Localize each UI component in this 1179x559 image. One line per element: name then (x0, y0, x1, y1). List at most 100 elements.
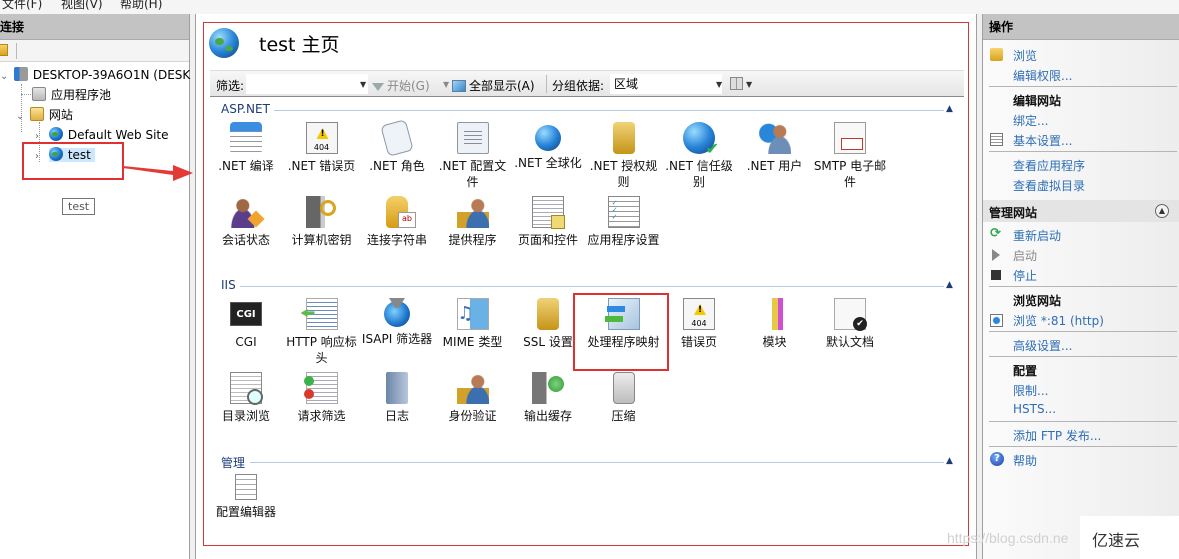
menu-view[interactable]: 视图(V) (61, 0, 103, 12)
chevron-down-icon[interactable]: ⌄ (0, 68, 10, 86)
feature-logging[interactable]: 日志 (359, 372, 435, 424)
feature-label: 提供程序 (448, 233, 497, 247)
net-roles-icon (380, 119, 414, 157)
collapse-management-icon[interactable]: ▲ (946, 456, 953, 466)
browse-icon (990, 48, 1003, 61)
feature-net-compilation[interactable]: .NET 编译 (208, 122, 284, 174)
menu-help[interactable]: 帮助(H) (120, 0, 162, 12)
feature-modules[interactable]: 模块 (737, 298, 813, 350)
feature-mime-types[interactable]: MIME 类型 (435, 298, 511, 350)
menu-file[interactable]: 文件(F) (2, 0, 42, 12)
action-limits[interactable]: 限制... (1013, 382, 1048, 399)
action-bindings[interactable]: 绑定... (1013, 112, 1048, 129)
default-document-icon (834, 298, 867, 331)
toolbar-separator (546, 75, 547, 93)
filter-label: 筛选: (216, 79, 245, 93)
feature-isapi-filters[interactable]: ISAPI 筛选器 (359, 298, 435, 347)
net-globalization-icon (535, 125, 561, 151)
tree-node-app-pools[interactable]: 应用程序池 (32, 86, 111, 104)
feature-net-roles[interactable]: .NET 角色 (359, 119, 435, 174)
feature-label: .NET 全球化 (514, 156, 582, 170)
view-mode-dropdown-icon[interactable]: ▼ (746, 80, 752, 89)
go-dropdown-icon[interactable]: ▼ (443, 80, 449, 89)
feature-connection-strings[interactable]: 连接字符串 (359, 196, 435, 248)
output-caching-icon (532, 372, 564, 404)
feature-directory-browsing[interactable]: 目录浏览 (208, 372, 284, 424)
feature-label: 身份验证 (448, 409, 497, 423)
action-basic-settings[interactable]: 基本设置... (1013, 132, 1072, 149)
filter-dropdown-icon[interactable]: ▼ (360, 80, 366, 89)
feature-app-settings[interactable]: 应用程序设置 (586, 196, 662, 248)
action-help[interactable]: 帮助 (1013, 452, 1037, 469)
feature-http-headers[interactable]: HTTP 响应标头 (284, 298, 360, 366)
feature-authentication[interactable]: 身份验证 (435, 372, 511, 424)
pages-controls-icon (532, 196, 565, 229)
action-add-ftp[interactable]: 添加 FTP 发布... (1013, 427, 1101, 444)
feature-net-error-pages[interactable]: .NET 错误页 (284, 122, 360, 174)
action-view-applications[interactable]: 查看应用程序 (1013, 157, 1085, 174)
action-edit-permissions[interactable]: 编辑权限... (1013, 67, 1072, 84)
separator (989, 421, 1177, 422)
tree-node-label: DESKTOP-39A6O1N (DESK (32, 68, 191, 82)
action-browse-http[interactable]: 浏览 *:81 (http) (1013, 312, 1104, 329)
feature-label: ISAPI 筛选器 (361, 332, 433, 346)
connect-icon[interactable] (0, 44, 8, 56)
feature-net-globalization[interactable]: .NET 全球化 (510, 122, 586, 171)
action-view-virtual-dirs[interactable]: 查看虚拟目录 (1013, 177, 1085, 194)
tooltip: test (62, 198, 96, 215)
feature-label: 错误页 (680, 335, 717, 349)
tree-node-sites[interactable]: ⌄ 网站 (16, 106, 73, 124)
feature-configuration-editor[interactable]: 配置编辑器 (208, 474, 284, 520)
feature-label: 连接字符串 (366, 233, 427, 247)
feature-compression[interactable]: 压缩 (586, 372, 662, 424)
brand-logo: 亿速云 (1080, 516, 1179, 559)
basic-settings-icon (990, 133, 1003, 146)
feature-session-state[interactable]: 会话状态 (208, 196, 284, 248)
connection-strings-icon (386, 196, 416, 228)
section-management-title: 管理 (221, 456, 246, 470)
filter-input[interactable] (246, 74, 368, 94)
compression-icon (612, 372, 635, 404)
go-button[interactable]: 开始(G) (372, 77, 430, 94)
chevron-down-icon[interactable]: ⌄ (16, 108, 26, 126)
feature-providers[interactable]: 提供程序 (435, 196, 511, 248)
feature-output-caching[interactable]: 输出缓存 (510, 372, 586, 424)
feature-label: 请求筛选 (297, 409, 346, 423)
app-pool-icon (32, 87, 46, 101)
feature-machine-key[interactable]: 计算机密钥 (284, 196, 360, 248)
feature-net-trust-levels[interactable]: .NET 信任级别 (661, 122, 737, 190)
feature-cgi[interactable]: CGI (208, 298, 284, 350)
action-hsts[interactable]: HSTS... (1013, 402, 1056, 416)
group-by-dropdown-icon[interactable]: ▼ (716, 80, 722, 89)
cgi-icon (230, 302, 262, 326)
feature-label: MIME 类型 (442, 335, 503, 349)
website-stopped-icon (48, 127, 63, 141)
feature-pages-controls[interactable]: 页面和控件 (510, 196, 586, 248)
start-icon (992, 249, 1000, 261)
feature-label: .NET 配置文件 (438, 159, 507, 189)
feature-error-pages[interactable]: 错误页 (661, 298, 737, 350)
view-mode-icon[interactable] (730, 77, 743, 90)
section-divider (250, 462, 944, 463)
go-label: 开始(G) (387, 79, 430, 93)
collapse-iis-icon[interactable]: ▲ (946, 280, 953, 290)
action-advanced-settings[interactable]: 高级设置... (1013, 337, 1072, 354)
action-start[interactable]: 启动 (1013, 247, 1037, 264)
action-restart[interactable]: 重新启动 (1013, 227, 1061, 244)
feature-smtp-email[interactable]: SMTP 电子邮件 (812, 122, 888, 190)
feature-request-filtering[interactable]: 请求筛选 (284, 372, 360, 424)
tree-node-server[interactable]: ⌄ DESKTOP-39A6O1N (DESK (0, 66, 190, 84)
group-by-select[interactable]: 区域 (610, 74, 722, 94)
browse-web-icon (990, 314, 1003, 327)
manage-site-heading: 管理网站 (989, 206, 1038, 220)
action-browse[interactable]: 浏览 (1013, 47, 1037, 64)
action-stop[interactable]: 停止 (1013, 267, 1037, 284)
feature-default-document[interactable]: 默认文档 (812, 298, 888, 350)
show-all-button[interactable]: 全部显示(A) (452, 77, 535, 94)
feature-net-profile[interactable]: .NET 配置文件 (435, 122, 511, 190)
annotation-arrow (123, 165, 193, 181)
feature-net-authorization[interactable]: .NET 授权规则 (586, 122, 662, 190)
collapse-manage-site-icon[interactable]: ▲ (1155, 204, 1169, 218)
feature-net-users[interactable]: .NET 用户 (737, 122, 813, 174)
collapse-aspnet-icon[interactable]: ▲ (946, 104, 953, 114)
